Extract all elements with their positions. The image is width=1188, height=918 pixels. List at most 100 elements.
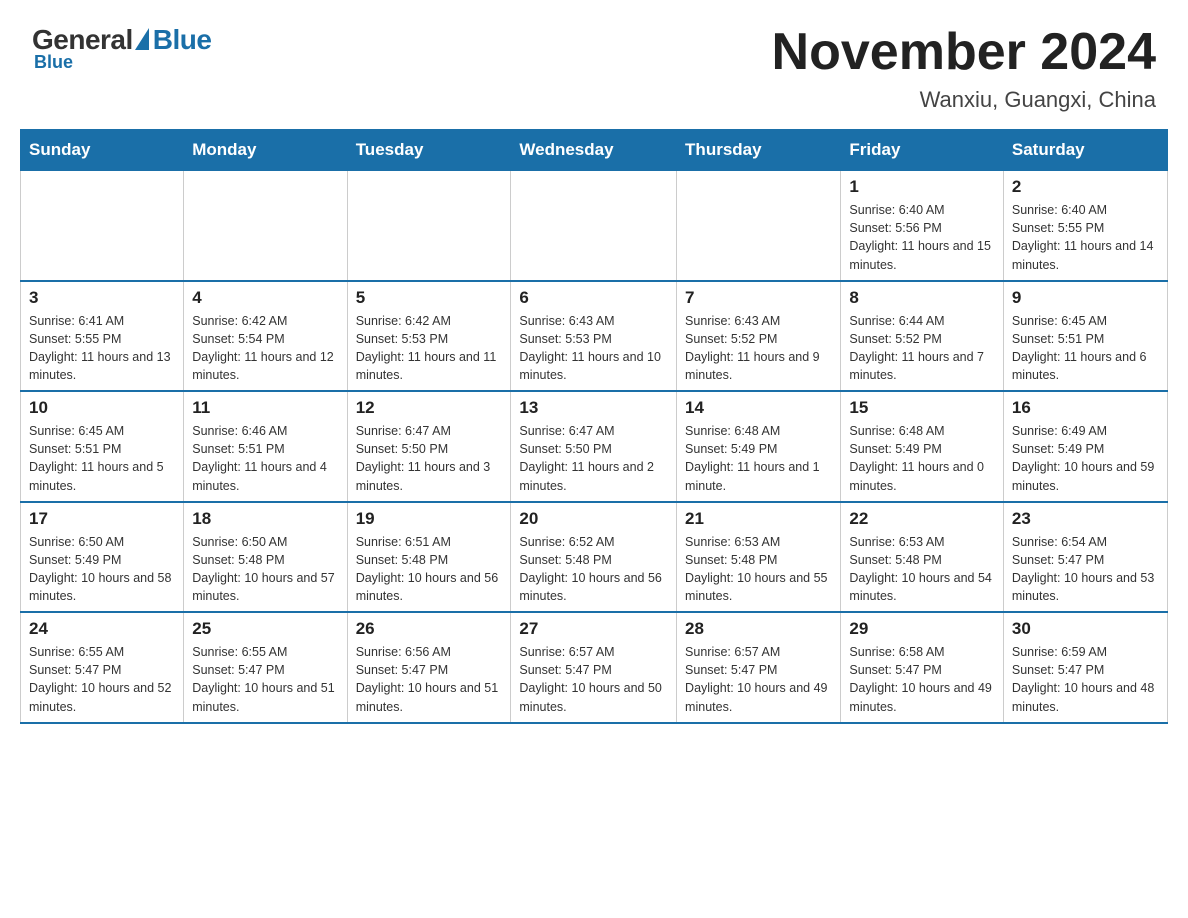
day-number: 19 (356, 509, 503, 529)
title-block: November 2024 Wanxiu, Guangxi, China (772, 24, 1156, 113)
calendar-cell: 12Sunrise: 6:47 AMSunset: 5:50 PMDayligh… (347, 391, 511, 502)
day-info: Sunrise: 6:42 AMSunset: 5:54 PMDaylight:… (192, 312, 338, 385)
day-number: 26 (356, 619, 503, 639)
calendar-cell: 2 Sunrise: 6:40 AMSunset: 5:55 PMDaylight… (1003, 171, 1167, 281)
calendar-cell (184, 171, 347, 281)
calendar-cell: 3Sunrise: 6:41 AMSunset: 5:55 PMDaylight… (21, 281, 184, 392)
day-info: Sunrise: 6:50 AMSunset: 5:49 PMDaylight:… (29, 533, 175, 606)
day-number: 24 (29, 619, 175, 639)
calendar-wrapper: SundayMondayTuesdayWednesdayThursdayFrid… (0, 129, 1188, 744)
day-info: Sunrise: 6:46 AMSunset: 5:51 PMDaylight:… (192, 422, 338, 495)
day-info: Sunrise: 6:40 AMSunset: 5:55 PMDaylight:… (1012, 201, 1159, 274)
day-info: Sunrise: 6:49 AMSunset: 5:49 PMDaylight:… (1012, 422, 1159, 495)
day-info: Sunrise: 6:47 AMSunset: 5:50 PMDaylight:… (356, 422, 503, 495)
day-number: 1 (849, 177, 994, 197)
day-info: Sunrise: 6:48 AMSunset: 5:49 PMDaylight:… (685, 422, 832, 495)
calendar-cell: 28 Sunrise: 6:57 AMSunset: 5:47 PMDayligh… (677, 612, 841, 723)
day-info: Sunrise: 6:52 AMSunset: 5:48 PMDaylight:… (519, 533, 668, 606)
calendar-week-3: 10Sunrise: 6:45 AMSunset: 5:51 PMDayligh… (21, 391, 1168, 502)
calendar-cell: 24 Sunrise: 6:55 AMSunset: 5:47 PMDayligh… (21, 612, 184, 723)
calendar-cell: 27 Sunrise: 6:57 AMSunset: 5:47 PMDayligh… (511, 612, 677, 723)
calendar-cell: 6 Sunrise: 6:43 AMSunset: 5:53 PMDaylight… (511, 281, 677, 392)
day-info: Sunrise: 6:51 AMSunset: 5:48 PMDaylight:… (356, 533, 503, 606)
calendar-cell: 20 Sunrise: 6:52 AMSunset: 5:48 PMDayligh… (511, 502, 677, 613)
day-number: 18 (192, 509, 338, 529)
calendar-week-1: 1 Sunrise: 6:40 AMSunset: 5:56 PMDaylight… (21, 171, 1168, 281)
day-number: 9 (1012, 288, 1159, 308)
day-number: 6 (519, 288, 668, 308)
calendar-title: November 2024 (772, 24, 1156, 81)
day-info: Sunrise: 6:55 AMSunset: 5:47 PMDaylight:… (29, 643, 175, 716)
calendar-cell: 16 Sunrise: 6:49 AMSunset: 5:49 PMDayligh… (1003, 391, 1167, 502)
day-info: Sunrise: 6:55 AMSunset: 5:47 PMDaylight:… (192, 643, 338, 716)
day-number: 5 (356, 288, 503, 308)
day-number: 13 (519, 398, 668, 418)
calendar-subtitle: Wanxiu, Guangxi, China (772, 87, 1156, 113)
day-info: Sunrise: 6:40 AMSunset: 5:56 PMDaylight:… (849, 201, 994, 274)
day-header-saturday: Saturday (1003, 130, 1167, 171)
calendar-cell: 25 Sunrise: 6:55 AMSunset: 5:47 PMDayligh… (184, 612, 347, 723)
calendar-cell: 23 Sunrise: 6:54 AMSunset: 5:47 PMDayligh… (1003, 502, 1167, 613)
day-header-tuesday: Tuesday (347, 130, 511, 171)
calendar-cell: 1 Sunrise: 6:40 AMSunset: 5:56 PMDaylight… (841, 171, 1003, 281)
day-number: 11 (192, 398, 338, 418)
day-number: 29 (849, 619, 994, 639)
calendar-cell: 7Sunrise: 6:43 AMSunset: 5:52 PMDaylight… (677, 281, 841, 392)
calendar-week-5: 24 Sunrise: 6:55 AMSunset: 5:47 PMDayligh… (21, 612, 1168, 723)
day-header-wednesday: Wednesday (511, 130, 677, 171)
day-number: 28 (685, 619, 832, 639)
calendar-cell (511, 171, 677, 281)
day-info: Sunrise: 6:50 AMSunset: 5:48 PMDaylight:… (192, 533, 338, 606)
calendar-cell: 10Sunrise: 6:45 AMSunset: 5:51 PMDayligh… (21, 391, 184, 502)
day-info: Sunrise: 6:53 AMSunset: 5:48 PMDaylight:… (685, 533, 832, 606)
calendar-cell: 29Sunrise: 6:58 AMSunset: 5:47 PMDayligh… (841, 612, 1003, 723)
calendar-cell: 21 Sunrise: 6:53 AMSunset: 5:48 PMDayligh… (677, 502, 841, 613)
day-info: Sunrise: 6:41 AMSunset: 5:55 PMDaylight:… (29, 312, 175, 385)
day-info: Sunrise: 6:44 AMSunset: 5:52 PMDaylight:… (849, 312, 994, 385)
calendar-cell: 15 Sunrise: 6:48 AMSunset: 5:49 PMDayligh… (841, 391, 1003, 502)
day-info: Sunrise: 6:48 AMSunset: 5:49 PMDaylight:… (849, 422, 994, 495)
calendar-cell: 17 Sunrise: 6:50 AMSunset: 5:49 PMDayligh… (21, 502, 184, 613)
logo-triangle-icon (135, 28, 149, 50)
day-number: 17 (29, 509, 175, 529)
calendar-table: SundayMondayTuesdayWednesdayThursdayFrid… (20, 129, 1168, 724)
calendar-cell: 22 Sunrise: 6:53 AMSunset: 5:48 PMDayligh… (841, 502, 1003, 613)
calendar-week-4: 17 Sunrise: 6:50 AMSunset: 5:49 PMDayligh… (21, 502, 1168, 613)
calendar-cell: 14Sunrise: 6:48 AMSunset: 5:49 PMDayligh… (677, 391, 841, 502)
calendar-cell: 4Sunrise: 6:42 AMSunset: 5:54 PMDaylight… (184, 281, 347, 392)
day-number: 22 (849, 509, 994, 529)
day-info: Sunrise: 6:57 AMSunset: 5:47 PMDaylight:… (685, 643, 832, 716)
calendar-cell: 26 Sunrise: 6:56 AMSunset: 5:47 PMDayligh… (347, 612, 511, 723)
calendar-cell: 5Sunrise: 6:42 AMSunset: 5:53 PMDaylight… (347, 281, 511, 392)
logo-blue: Blue (153, 24, 212, 56)
day-number: 2 (1012, 177, 1159, 197)
day-number: 21 (685, 509, 832, 529)
calendar-cell: 9 Sunrise: 6:45 AMSunset: 5:51 PMDaylight… (1003, 281, 1167, 392)
calendar-cell: 11 Sunrise: 6:46 AMSunset: 5:51 PMDayligh… (184, 391, 347, 502)
calendar-cell: 8Sunrise: 6:44 AMSunset: 5:52 PMDaylight… (841, 281, 1003, 392)
day-header-monday: Monday (184, 130, 347, 171)
day-info: Sunrise: 6:57 AMSunset: 5:47 PMDaylight:… (519, 643, 668, 716)
day-info: Sunrise: 6:53 AMSunset: 5:48 PMDaylight:… (849, 533, 994, 606)
day-number: 16 (1012, 398, 1159, 418)
day-number: 20 (519, 509, 668, 529)
day-header-sunday: Sunday (21, 130, 184, 171)
calendar-cell: 19 Sunrise: 6:51 AMSunset: 5:48 PMDayligh… (347, 502, 511, 613)
day-info: Sunrise: 6:59 AMSunset: 5:47 PMDaylight:… (1012, 643, 1159, 716)
day-info: Sunrise: 6:54 AMSunset: 5:47 PMDaylight:… (1012, 533, 1159, 606)
day-number: 15 (849, 398, 994, 418)
calendar-cell (347, 171, 511, 281)
day-number: 30 (1012, 619, 1159, 639)
day-info: Sunrise: 6:56 AMSunset: 5:47 PMDaylight:… (356, 643, 503, 716)
day-number: 25 (192, 619, 338, 639)
day-number: 23 (1012, 509, 1159, 529)
day-header-thursday: Thursday (677, 130, 841, 171)
day-info: Sunrise: 6:45 AMSunset: 5:51 PMDaylight:… (1012, 312, 1159, 385)
day-header-friday: Friday (841, 130, 1003, 171)
calendar-cell: 30 Sunrise: 6:59 AMSunset: 5:47 PMDayligh… (1003, 612, 1167, 723)
calendar-week-2: 3Sunrise: 6:41 AMSunset: 5:55 PMDaylight… (21, 281, 1168, 392)
day-number: 27 (519, 619, 668, 639)
calendar-cell (21, 171, 184, 281)
day-info: Sunrise: 6:43 AMSunset: 5:53 PMDaylight:… (519, 312, 668, 385)
day-number: 7 (685, 288, 832, 308)
